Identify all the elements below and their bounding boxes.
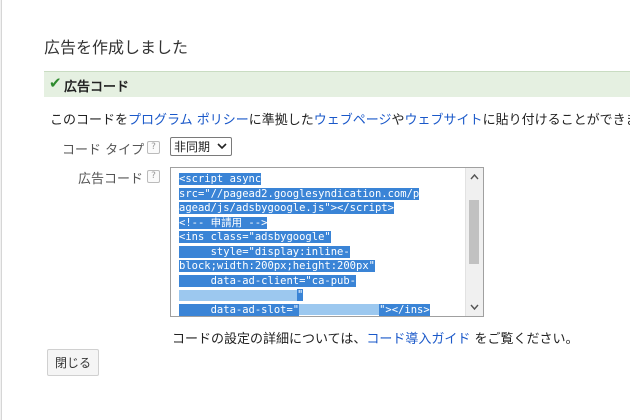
hint-part: をご覧ください。 — [470, 332, 579, 347]
scroll-up-icon[interactable] — [469, 172, 480, 182]
code-content: <script async src="//pagead2.googlesyndi… — [179, 173, 430, 316]
section-header: ✔ 広告コード — [44, 71, 630, 97]
code-line: "></ins> — [379, 303, 430, 316]
section-title: 広告コード — [64, 80, 130, 95]
code-type-label: コード タイプ — [62, 143, 145, 158]
code-type-select[interactable]: 非同期 — [170, 137, 232, 156]
guide-hint: コードの設定の詳細については、コード導入ガイド をご覧ください。 — [172, 328, 579, 347]
redacted-slot-id — [299, 304, 380, 315]
chevron-down-icon — [217, 143, 227, 150]
dialog-title: 広告を作成しました — [44, 38, 189, 57]
code-scrollbar[interactable] — [465, 168, 483, 316]
website-link[interactable]: ウェブサイト — [405, 113, 483, 128]
ad-code-label: 広告コード — [78, 172, 144, 187]
description-part: このコードを — [50, 113, 129, 128]
webpage-link[interactable]: ウェブページ — [314, 113, 392, 128]
code-line: <!-- 申請用 --> — [179, 216, 268, 229]
code-line: src="//pagead2.googlesyndication.com/p — [179, 187, 420, 200]
code-line: <script async — [179, 173, 262, 185]
code-line: agead/js/adsbygoogle.js"></scr — [179, 202, 369, 214]
help-icon[interactable]: ? — [147, 141, 160, 154]
description-text: このコードをプログラム ポリシーに準拠したウェブページやウェブサイトに貼り付ける… — [50, 109, 630, 128]
ad-created-dialog: 広告を作成しました ✔ 広告コード このコードをプログラム ポリシーに準拠したウ… — [1, 0, 630, 420]
scroll-down-icon[interactable] — [469, 302, 480, 312]
scrollbar-thumb[interactable] — [469, 200, 479, 264]
program-policy-link[interactable]: プログラム ポリシー — [128, 113, 249, 128]
code-guide-link[interactable]: コード導入ガイド — [366, 332, 470, 347]
checkmark-icon: ✔ — [49, 74, 62, 92]
code-type-value: 非同期 — [174, 140, 211, 154]
code-line: block;width:200px;height:200px" — [179, 260, 375, 272]
close-button[interactable]: 閉じる — [47, 349, 99, 376]
description-part: や — [391, 113, 405, 128]
code-line: <ins class="adsbygoogle" — [179, 231, 331, 243]
description-part: に貼り付けることができま — [482, 113, 630, 128]
ad-code-textarea[interactable]: <script async src="//pagead2.googlesyndi… — [170, 167, 484, 317]
code-line: " — [297, 289, 304, 301]
code-line: data-ad-client="ca-pub- — [179, 274, 357, 287]
redacted-publisher-id — [179, 289, 297, 301]
help-icon[interactable]: ? — [147, 170, 160, 183]
code-line: style="display:inline- — [179, 245, 350, 258]
code-line: data-ad-slot=" — [179, 303, 300, 316]
hint-part: コードの設定の詳細については、 — [172, 332, 367, 347]
description-part: に準拠した — [248, 113, 314, 128]
